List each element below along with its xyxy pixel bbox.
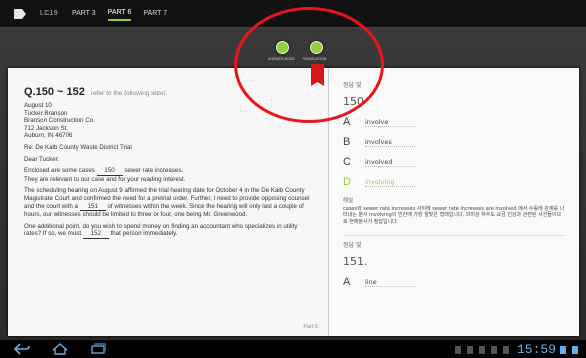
option-a[interactable]: A involve xyxy=(343,112,565,132)
app-screen: LC19 PART 3 PART 6 PART 7 ANSWER MODE TR… xyxy=(0,0,586,358)
salutation: Dear Tucker: xyxy=(24,155,60,163)
address-line: Auburn, IN 46706 xyxy=(24,132,73,140)
blank-150[interactable]: 150 xyxy=(96,167,123,176)
blank-151[interactable]: 151 xyxy=(79,203,106,212)
wifi-icon xyxy=(560,345,566,354)
download-icon[interactable] xyxy=(466,345,473,354)
system-bar: 15:59 xyxy=(0,340,586,358)
option-d[interactable]: D involving xyxy=(343,172,565,192)
paragraph-3: One additional point, do you wish to spe… xyxy=(24,223,312,239)
option-letter: B xyxy=(343,136,351,148)
tab-part-6[interactable]: PART 6 xyxy=(107,6,132,21)
answer-panel: 정답 및 150 A involve B involves C involved… xyxy=(328,68,579,336)
paragraph-2: The scheduling hearing on August 9 affir… xyxy=(24,187,312,218)
text: They are relevant to our case and for yo… xyxy=(24,175,186,183)
question-range: Q.150 ~ 152 xyxy=(24,86,85,98)
option-letter: D xyxy=(343,176,351,188)
text: that person immediately. xyxy=(110,230,178,238)
option-b[interactable]: B involves xyxy=(343,132,565,152)
notification-icon[interactable] xyxy=(454,345,461,354)
tag-icon[interactable] xyxy=(14,8,26,19)
clock: 15:59 xyxy=(516,342,556,357)
home-icon[interactable] xyxy=(52,343,68,355)
re-line: Re: De Kalb County Waste District Trial xyxy=(24,143,132,151)
option-text: involving xyxy=(365,178,415,187)
text: sewer rate increases. xyxy=(124,167,184,175)
section-label: LC19 xyxy=(40,10,58,17)
refer-text: refer to the following letter. xyxy=(90,90,168,97)
option-text: involves xyxy=(365,138,415,147)
image-icon[interactable] xyxy=(502,345,509,354)
next-option-a[interactable]: A line xyxy=(343,272,565,292)
next-answer-header: 정답 및 xyxy=(343,242,362,250)
explanation-text: cases와 sewer rate increases 사이에 sewer ra… xyxy=(343,206,565,225)
divider xyxy=(343,235,565,237)
option-letter: C xyxy=(343,156,351,168)
option-text: line xyxy=(365,278,415,287)
text: Enclosed are some cases xyxy=(24,167,95,175)
battery-icon xyxy=(572,345,578,354)
explanation-header: 해설 xyxy=(343,198,354,204)
address-line: 712 Jackson St. xyxy=(24,124,69,132)
recent-apps-icon[interactable] xyxy=(90,343,106,355)
option-c[interactable]: C involved xyxy=(343,152,565,172)
option-letter: A xyxy=(343,116,351,128)
back-icon[interactable] xyxy=(14,343,30,355)
tab-part-7[interactable]: PART 7 xyxy=(143,7,167,20)
paragraph-1: Enclosed are some cases 150 sewer rate i… xyxy=(24,167,312,183)
next-question-number: 151. xyxy=(343,255,368,269)
option-text: involved xyxy=(365,158,415,167)
option-letter: A xyxy=(343,276,351,289)
address-line: Branson Construction Co. xyxy=(24,117,95,125)
download-icon[interactable] xyxy=(478,345,485,354)
annotation-circle xyxy=(234,7,384,123)
page-indicator: Part 6 xyxy=(303,324,318,330)
blank-152[interactable]: 152 xyxy=(82,230,109,239)
option-text: involve xyxy=(365,118,415,127)
tab-part-3[interactable]: PART 3 xyxy=(72,7,96,20)
status-area: 15:59 xyxy=(449,342,578,357)
usb-icon[interactable] xyxy=(490,345,497,354)
question-number: 150 xyxy=(343,95,364,108)
